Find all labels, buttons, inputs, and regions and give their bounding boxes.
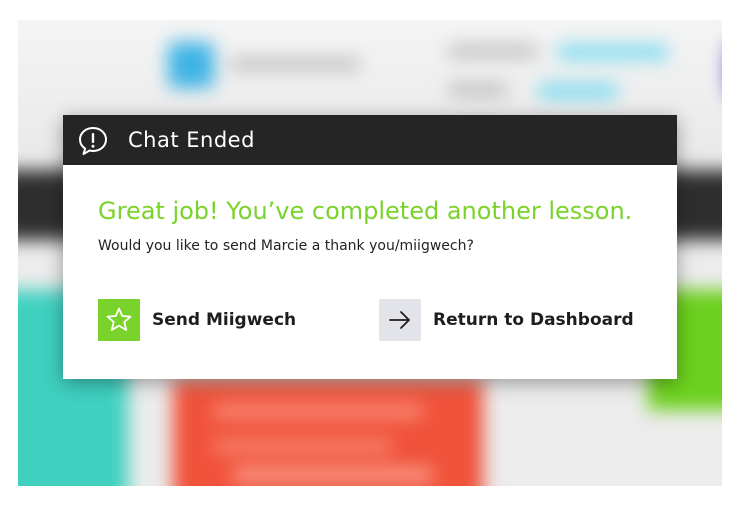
bg-red-card-line [213,405,423,417]
screen: Chat Ended Great job! You’ve completed a… [0,0,740,508]
bg-stat-label [448,84,508,96]
bg-red-card-line [213,440,393,452]
star-icon [98,299,140,341]
bg-stat-label [448,45,538,57]
dialog-title: Chat Ended [128,128,255,152]
return-to-dashboard-button[interactable]: Return to Dashboard [379,299,634,341]
send-miigwech-button[interactable]: Send Miigwech [98,299,296,341]
thank-you-prompt: Would you like to send Marcie a thank yo… [98,238,474,254]
chat-ended-dialog: Chat Ended Great job! You’ve completed a… [63,115,677,379]
bg-user-name [230,58,360,70]
arrow-right-icon [379,299,421,341]
dialog-header: Chat Ended [63,115,677,165]
bg-avatar [168,42,214,88]
success-headline: Great job! You’ve completed another less… [98,197,633,225]
send-miigwech-label: Send Miigwech [152,310,297,330]
bg-stat-value [558,45,668,59]
bg-stat-value [538,84,618,98]
return-to-dashboard-label: Return to Dashboard [433,310,634,330]
alert-speech-bubble-icon [77,125,109,157]
bg-red-card-line [233,468,433,482]
